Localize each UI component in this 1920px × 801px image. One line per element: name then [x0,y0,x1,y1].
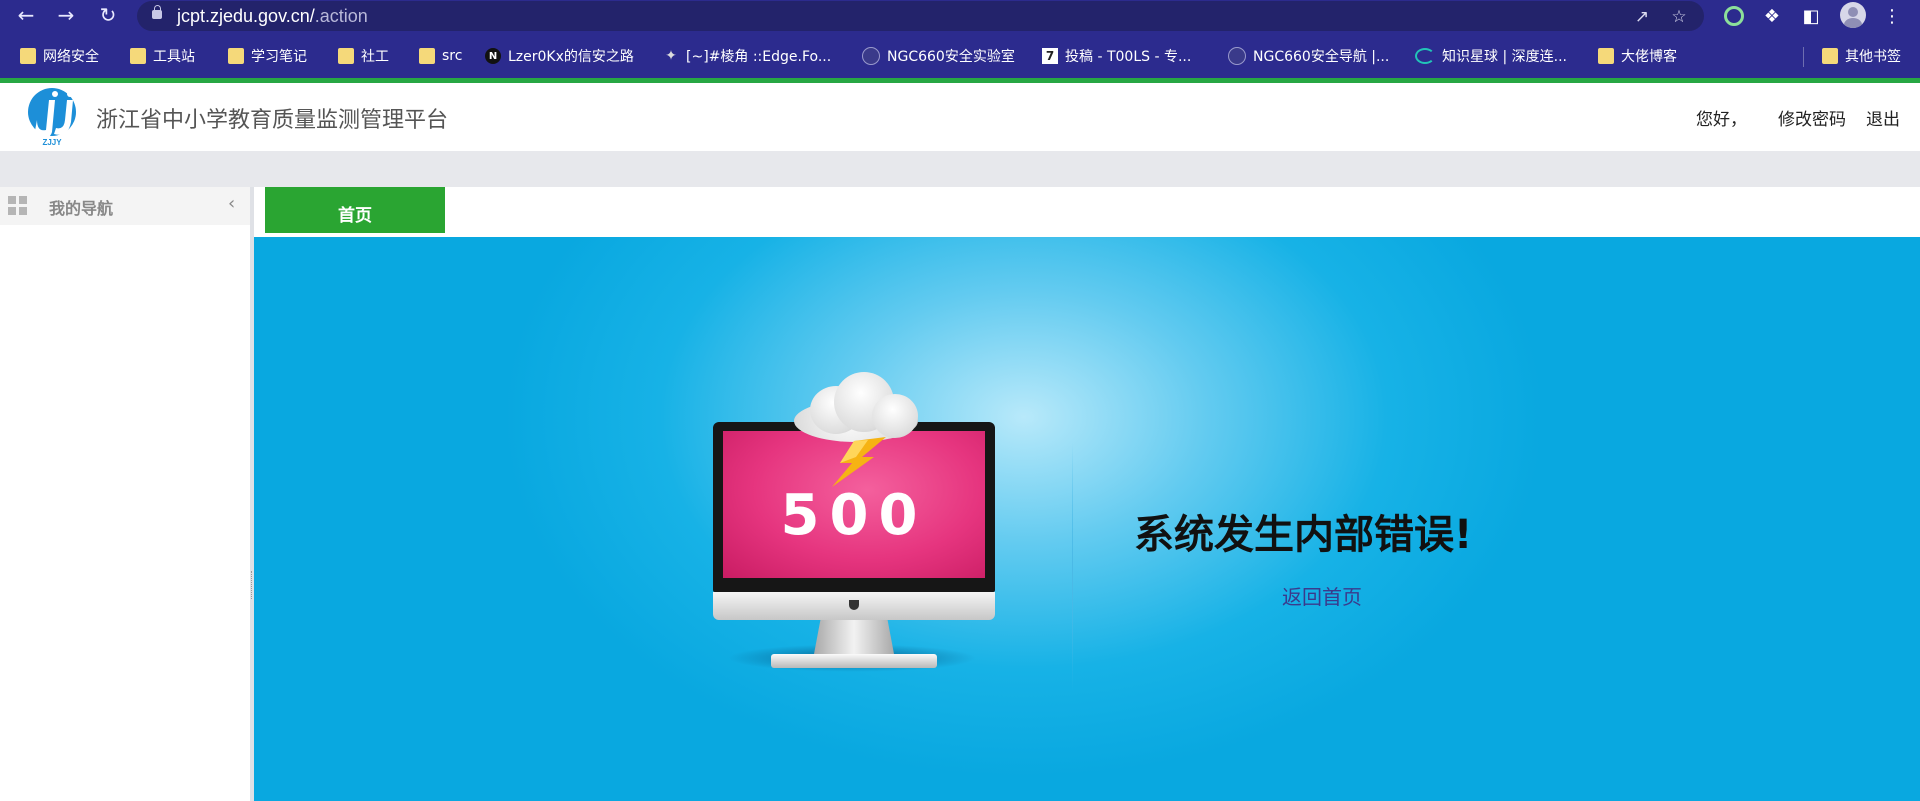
bookmark-label: 投稿 - T00LS - 专... [1065,49,1192,65]
browser-chrome: ← → ↻ jcpt.zjedu.gov.cn/.action ↗ ☆ ❖ ◧ … [0,0,1920,80]
back-arrow-icon[interactable]: ← [13,2,39,28]
bookmark-item[interactable]: NGC660安全实验室 [862,44,1015,68]
share-icon[interactable]: ↗ [1631,6,1653,28]
sidebar-title: 我的导航 [49,199,114,218]
bookmark-item[interactable]: 工具站 [130,44,195,68]
site-globe-icon [1228,47,1246,65]
reload-icon[interactable]: ↻ [95,2,121,28]
error-code: 500 [780,483,928,548]
monitor-base [771,654,937,668]
bookmark-label: NGC660安全导航 |... [1253,49,1390,65]
site-globe-icon [862,47,880,65]
bookmark-item[interactable]: 大佬博客 [1598,44,1677,68]
back-home-link[interactable]: 返回首页 [1282,581,1362,610]
bookmark-item[interactable]: 社工 [338,44,389,68]
lock-icon[interactable] [152,5,162,19]
folder-icon [1598,48,1614,64]
bookmark-label: NGC660安全实验室 [887,49,1015,65]
tab-bar: 首页 [254,187,1920,238]
sidebar-header[interactable]: 我的导航 ‹ [0,187,250,225]
menu-kebab-icon[interactable]: ⋮ [1880,4,1904,28]
url-host: jcpt.zjedu.gov.cn/ [177,6,315,26]
other-bookmarks[interactable]: 其他书签 [1822,44,1901,68]
bookmark-item[interactable]: ✦ [~]#棱角 ::Edge.Fo... [663,44,831,68]
error-panel: 500 系统发生内部错误! 返回首页 [254,237,1920,801]
folder-icon [130,48,146,64]
extension-ring-icon[interactable] [1724,6,1744,26]
header-gray-band [0,151,1920,187]
app-header: ZJJY 浙江省中小学教育质量监测管理平台 您好， 修改密码 退出 [0,83,1920,151]
grid-menu-icon [8,196,28,216]
folder-icon [20,48,36,64]
monitor-logo-icon [849,600,859,610]
site-bird-icon: ✦ [665,48,677,64]
bookmark-label: 社工 [361,49,389,65]
bookmark-item[interactable]: 7 投稿 - T00LS - 专... [1042,44,1191,68]
monitor-stand [814,620,894,654]
bookmark-label: 网络安全 [43,49,99,65]
tab-home[interactable]: 首页 [265,187,445,233]
greeting-text: 您好， [1696,110,1747,130]
bookmark-item[interactable]: 网络安全 [20,44,99,68]
address-bar[interactable]: jcpt.zjedu.gov.cn/.action ↗ ☆ [137,1,1704,31]
star-bookmark-icon[interactable]: ☆ [1668,6,1690,28]
bookmark-label: 工具站 [153,49,195,65]
bookmark-label: 大佬博客 [1621,49,1677,65]
monitor-chin [713,592,995,620]
bookmark-label: 知识星球 | 深度连... [1442,49,1567,65]
bookmark-label: [~]#棱角 ::Edge.Fo... [686,49,832,65]
zjjy-logo: ZJJY [28,88,76,146]
site-n-icon: N [485,48,501,64]
lightning-bolt-icon [832,437,886,487]
logout-link[interactable]: 退出 [1866,105,1900,130]
forward-arrow-icon[interactable]: → [53,2,79,28]
panel-divider [1072,442,1073,692]
folder-icon [1822,48,1838,64]
browser-toolbar: ← → ↻ jcpt.zjedu.gov.cn/.action ↗ ☆ ❖ ◧ … [0,0,1920,31]
bookmark-item[interactable]: src [419,44,462,68]
site-title: 浙江省中小学教育质量监测管理平台 [96,108,449,133]
bookmark-label: src [442,48,463,64]
folder-icon [419,48,435,64]
url-path: .action [314,6,368,26]
bookmark-label: 其他书签 [1845,49,1901,65]
site-ring-icon [1415,48,1435,64]
sidebar: 我的导航 ‹ [0,187,250,801]
bookmark-label: Lzer0Kx的信安之路 [508,49,634,65]
bookmark-item[interactable]: 知识星球 | 深度连... [1415,44,1567,68]
bookmark-label: 学习笔记 [251,49,307,65]
collapse-chevron-icon[interactable]: ‹ [228,193,235,214]
error-title: 系统发生内部错误! [1134,512,1473,558]
folder-icon [338,48,354,64]
folder-icon [228,48,244,64]
bookmarks-divider [1803,47,1804,67]
bookmarks-bar: 网络安全 工具站 学习笔记 社工 src N Lzer0Kx的信安之路 ✦ [~]#… [0,44,1920,68]
profile-avatar-icon[interactable] [1840,2,1866,28]
extensions-puzzle-icon[interactable]: ❖ [1760,4,1784,28]
change-password-link[interactable]: 修改密码 [1778,105,1846,130]
site-t00ls-icon: 7 [1042,48,1058,64]
side-panel-icon[interactable]: ◧ [1799,4,1823,28]
bookmark-item[interactable]: 学习笔记 [228,44,307,68]
bookmark-item[interactable]: NGC660安全导航 |... [1228,44,1389,68]
cloud-icon [794,372,920,444]
svg-text:ZJJY: ZJJY [42,138,62,146]
bookmark-item[interactable]: N Lzer0Kx的信安之路 [485,44,634,68]
url-text[interactable]: jcpt.zjedu.gov.cn/.action [177,6,368,27]
